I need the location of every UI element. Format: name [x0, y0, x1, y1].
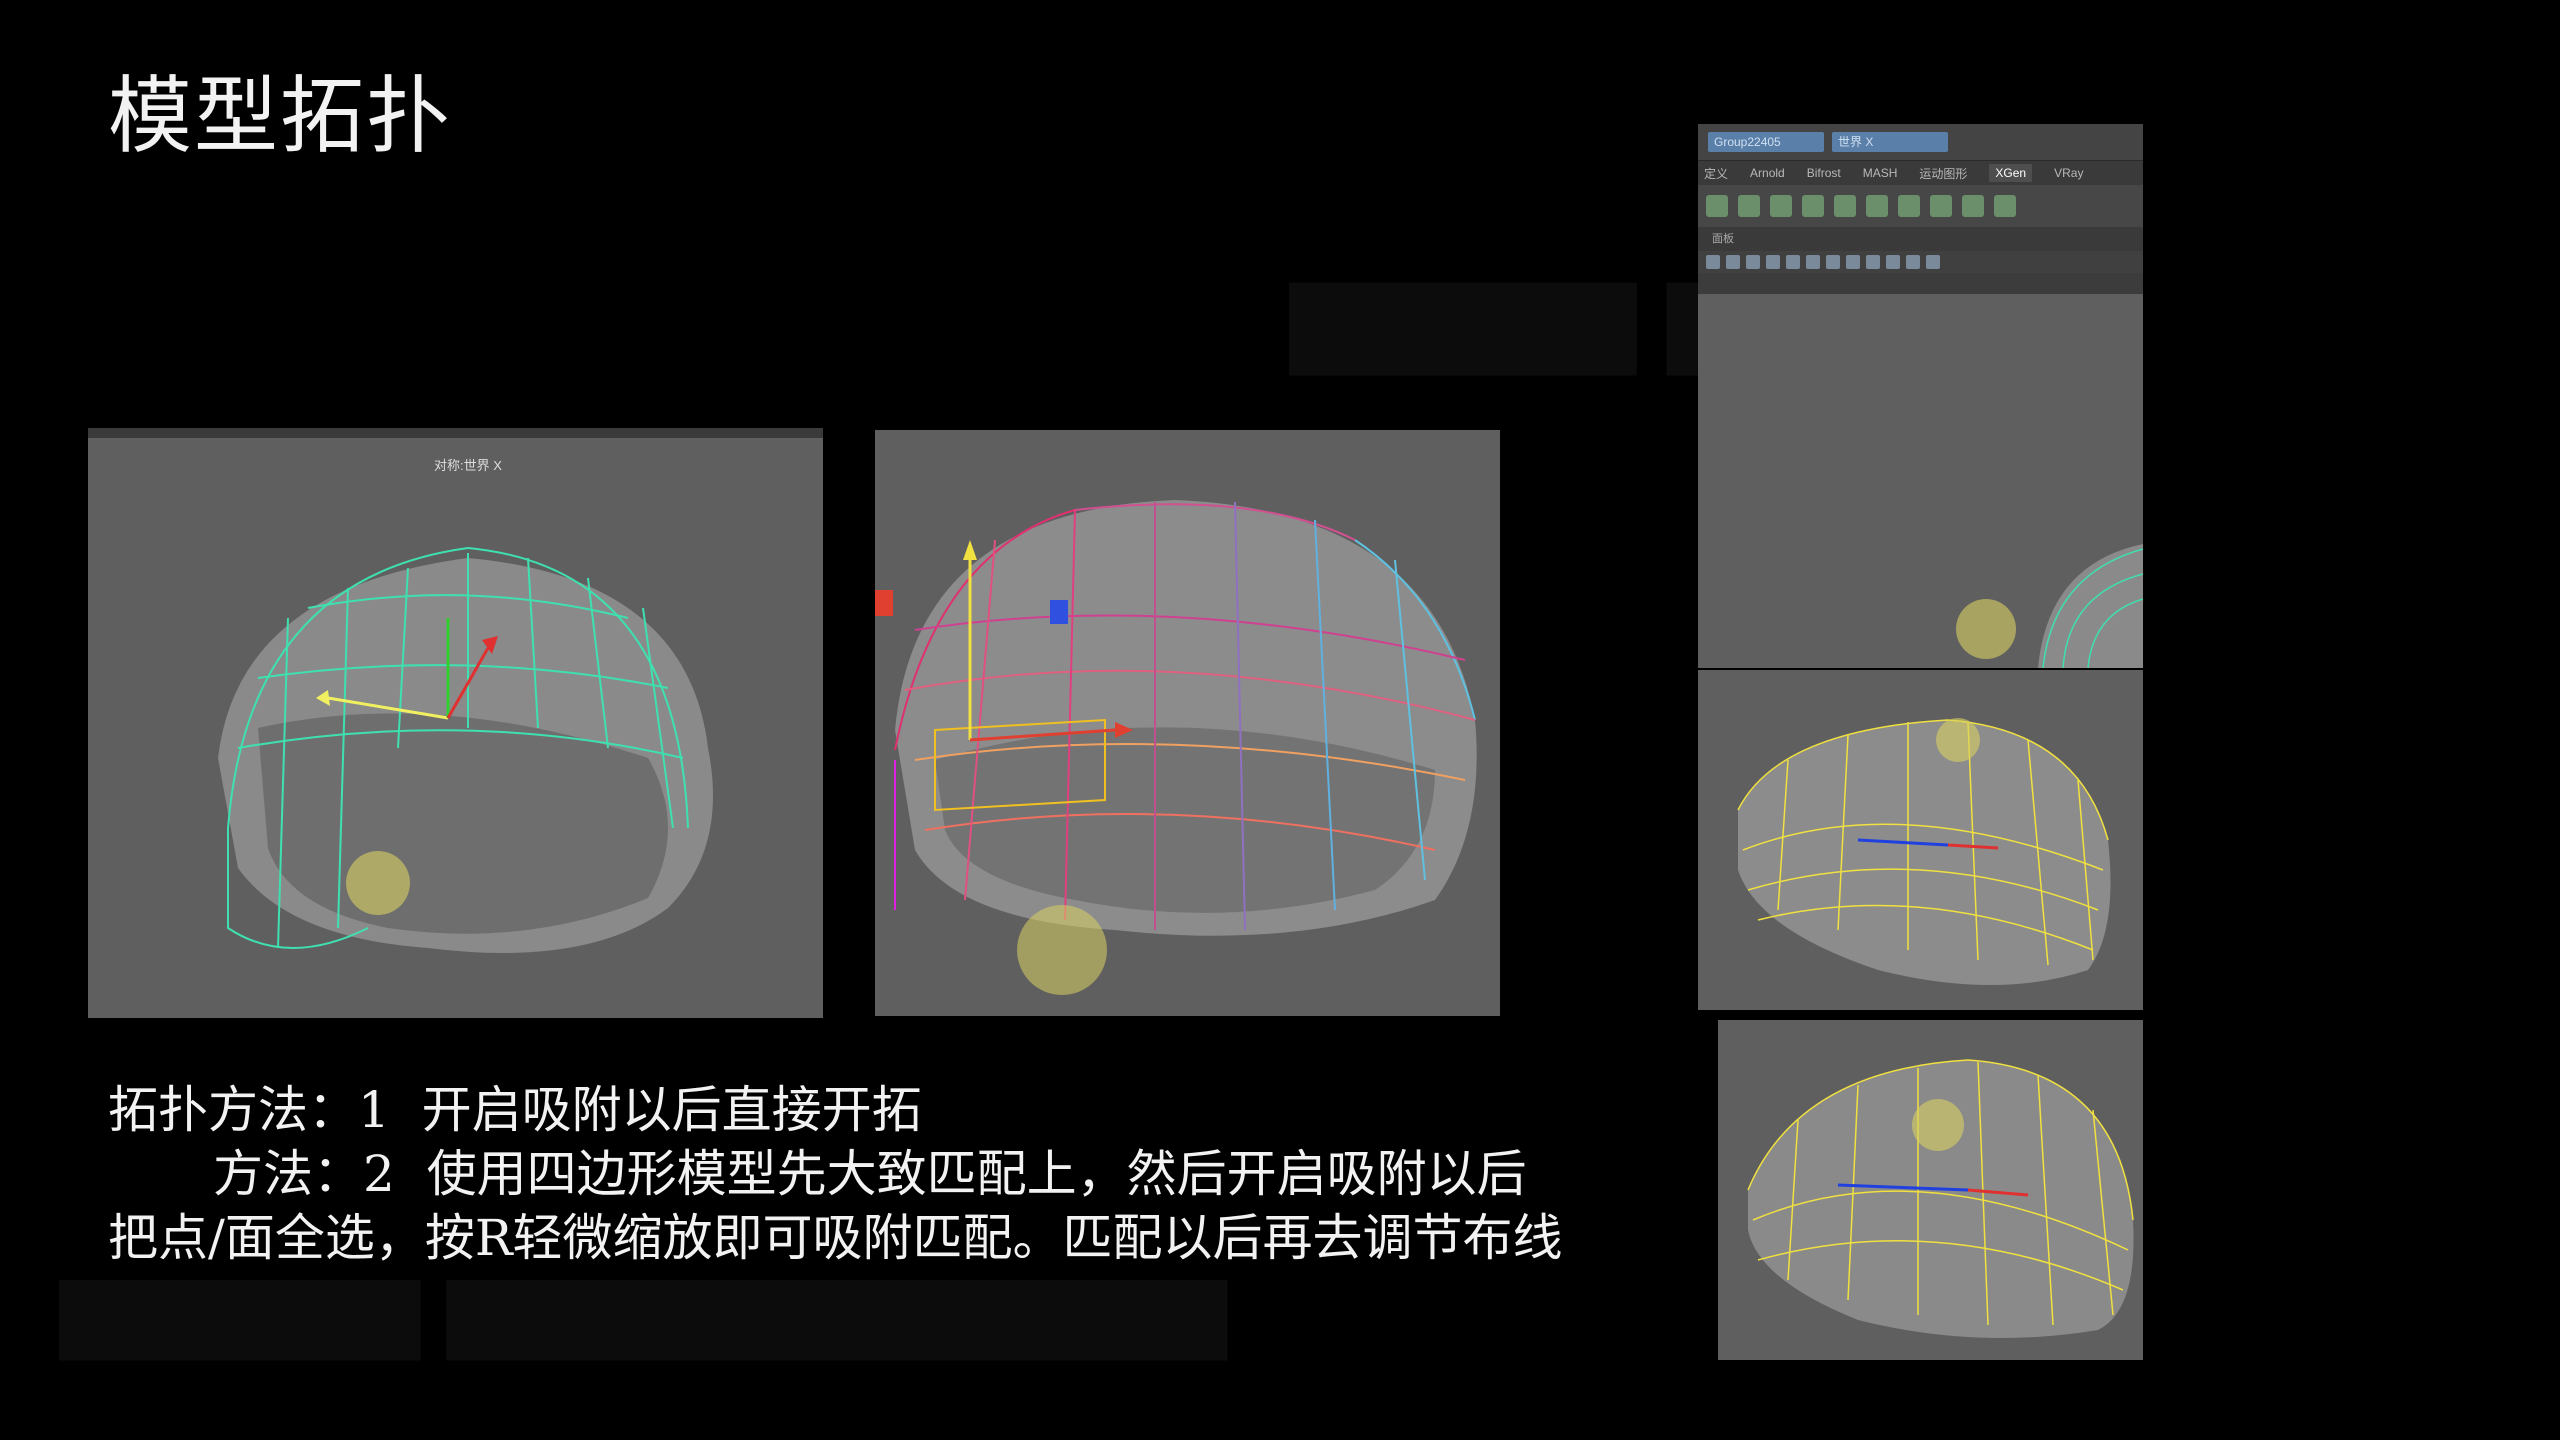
cursor-highlight — [346, 851, 410, 915]
viewport-screenshot-2 — [875, 430, 1500, 1016]
viewport-screenshot-1: 对称:世界 X — [88, 428, 823, 1018]
cursor-highlight — [1017, 905, 1107, 995]
maya-viewport-image — [1956, 544, 2143, 668]
method-line-3: 把点/面全选，按R轻微缩放即可吸附匹配。匹配以后再去调节布线 — [108, 1209, 1563, 1267]
helmet-yellow-wire-image — [1737, 718, 2111, 985]
helmet-yellow-wire-image-2 — [1747, 1059, 2134, 1338]
cursor-highlight — [1912, 1099, 1964, 1151]
method-line-2: 方法：2 使用四边形模型先大致匹配上，然后开启吸附以后 — [213, 1145, 1527, 1203]
viewport-screenshot-5 — [1718, 1020, 2143, 1360]
viewport-screenshot-4 — [1698, 670, 2143, 1010]
viewport-label: 对称:世界 X — [434, 458, 502, 473]
cursor-highlight — [1956, 599, 2016, 659]
cursor-highlight — [1936, 718, 1980, 762]
viewport-screenshot-3: Group22405 世界 X 定义 Arnold Bifrost MASH 运… — [1698, 124, 2143, 668]
method-description: 拓扑方法：1 开启吸附以后直接开拓 方法：2 使用四边形模型先大致匹配上，然后开… — [108, 1078, 1668, 1270]
method-line-1: 拓扑方法：1 开启吸附以后直接开拓 — [108, 1081, 922, 1139]
helmet-multicolor-wire-image — [875, 500, 1477, 995]
ghost-text-bottom: ▇▇▇▇▇▇ ▇▇▇▇▇▇▇▇▇▇▇▇▇ — [60, 1270, 1227, 1360]
slide-title: 模型拓扑 — [108, 67, 453, 165]
helmet-wire-cage-image: 对称:世界 X — [88, 428, 823, 953]
